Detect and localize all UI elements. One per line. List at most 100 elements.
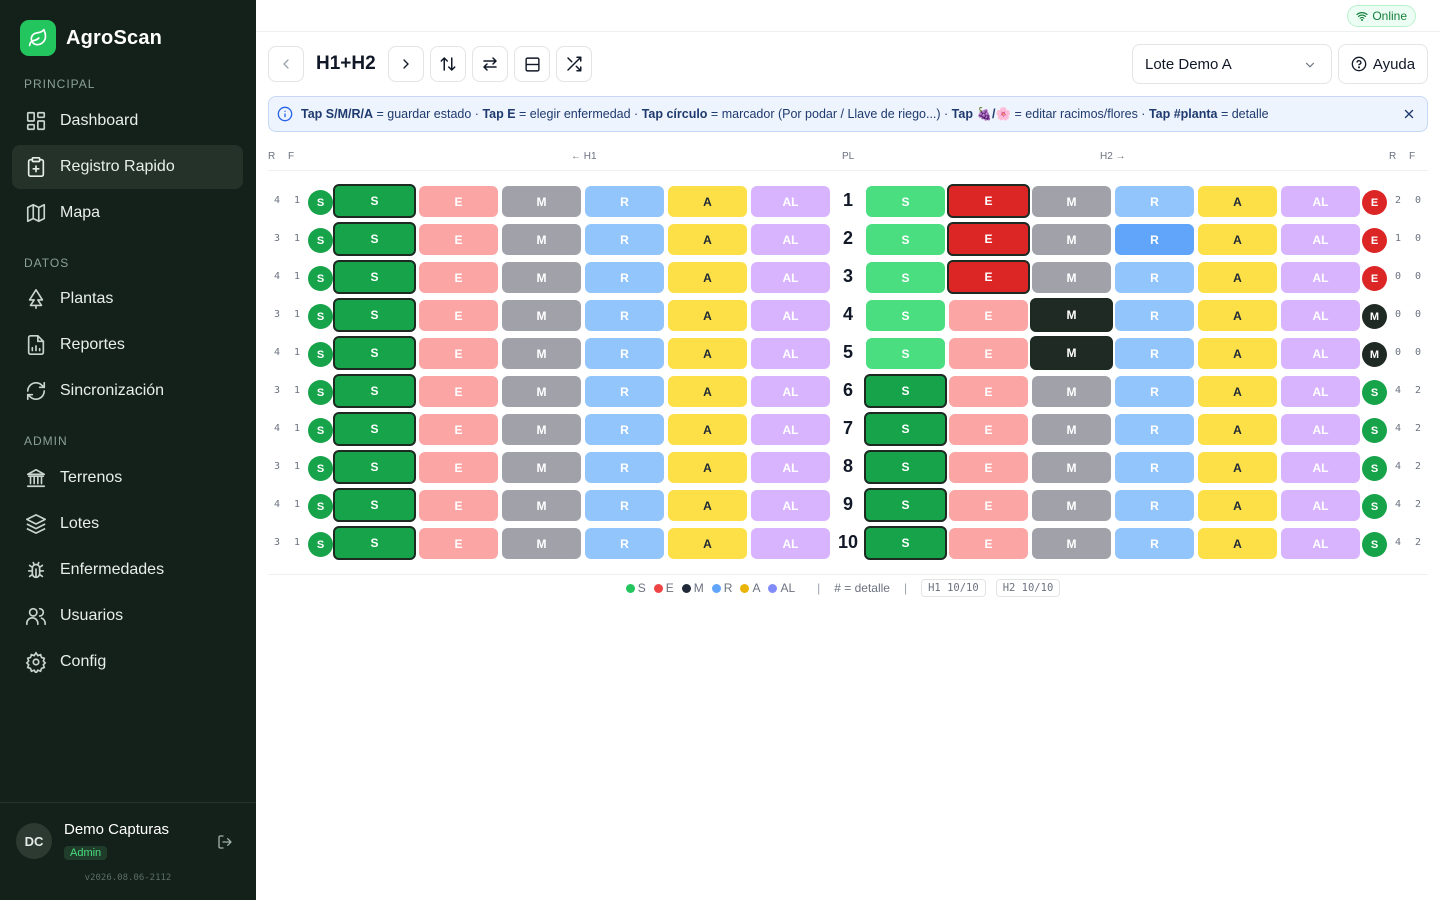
h2-state-a-button[interactable]: A [1198,528,1277,559]
h1-state-a-button[interactable]: A [668,186,747,217]
h1-state-m-button[interactable]: M [502,262,581,293]
h2-marker[interactable]: S [1362,456,1387,481]
h2-state-m-button[interactable]: M [1032,224,1111,255]
h1-state-r-button[interactable]: R [585,452,664,483]
h1-marker[interactable]: S [308,380,333,405]
plant-number[interactable]: 9 [835,494,861,515]
h1-marker[interactable]: S [308,342,333,367]
h1-racimos-count[interactable]: 3 [271,233,283,244]
h2-state-r-button[interactable]: R [1115,300,1194,331]
h2-racimos-count[interactable]: 4 [1392,461,1404,472]
plant-number[interactable]: 8 [835,456,861,477]
h1-state-al-button[interactable]: AL [751,452,830,483]
h2-marker[interactable]: E [1362,266,1387,291]
h1-state-s-button[interactable]: S [333,298,416,332]
h1-state-m-button[interactable]: M [502,300,581,331]
h1-state-a-button[interactable]: A [668,452,747,483]
h1-racimos-count[interactable]: 4 [271,195,283,206]
h2-marker[interactable]: S [1362,418,1387,443]
h1-state-r-button[interactable]: R [585,414,664,445]
h1-marker[interactable]: S [308,418,333,443]
h2-state-al-button[interactable]: AL [1281,186,1360,217]
h1-state-r-button[interactable]: R [585,300,664,331]
h1-state-m-button[interactable]: M [502,414,581,445]
h1-flores-count[interactable]: 1 [291,499,303,510]
h1-state-s-button[interactable]: S [333,184,416,218]
h1-state-r-button[interactable]: R [585,262,664,293]
h1-state-s-button[interactable]: S [333,488,416,522]
h2-state-a-button[interactable]: A [1198,490,1277,521]
h2-state-al-button[interactable]: AL [1281,262,1360,293]
h2-state-r-button[interactable]: R [1115,262,1194,293]
h1-state-al-button[interactable]: AL [751,300,830,331]
h2-state-s-button[interactable]: S [864,526,947,560]
h2-state-al-button[interactable]: AL [1281,224,1360,255]
h2-state-al-button[interactable]: AL [1281,452,1360,483]
sidebar-item-sincronizacion[interactable]: Sincronización [12,369,243,413]
h2-state-r-button[interactable]: R [1115,528,1194,559]
h2-state-s-button[interactable]: S [866,300,945,331]
plant-number[interactable]: 10 [835,532,861,553]
sidebar-item-terrenos[interactable]: Terrenos [12,456,243,500]
h2-state-r-button[interactable]: R [1115,490,1194,521]
h2-state-e-button[interactable]: E [949,490,1028,521]
h1-state-r-button[interactable]: R [585,528,664,559]
swap-sides-button[interactable] [472,46,508,82]
logout-button[interactable] [214,831,236,853]
plant-number[interactable]: 1 [835,190,861,211]
h2-flores-count[interactable]: 0 [1412,195,1424,206]
h1-racimos-count[interactable]: 3 [271,461,283,472]
h1-state-al-button[interactable]: AL [751,490,830,521]
h1-state-e-button[interactable]: E [419,414,498,445]
h2-state-a-button[interactable]: A [1198,376,1277,407]
h2-racimos-count[interactable]: 0 [1392,271,1404,282]
banner-close-button[interactable] [1401,106,1417,122]
h2-flores-count[interactable]: 0 [1412,347,1424,358]
h1-marker[interactable]: S [308,304,333,329]
h2-state-s-button[interactable]: S [864,374,947,408]
h2-flores-count[interactable]: 2 [1412,423,1424,434]
h1-state-e-button[interactable]: E [419,490,498,521]
lote-select[interactable]: Lote Demo A [1132,44,1332,84]
h2-state-a-button[interactable]: A [1198,186,1277,217]
h2-state-s-button[interactable]: S [864,450,947,484]
h1-state-r-button[interactable]: R [585,376,664,407]
h1-state-r-button[interactable]: R [585,338,664,369]
h1-state-m-button[interactable]: M [502,338,581,369]
h2-state-al-button[interactable]: AL [1281,528,1360,559]
plant-number[interactable]: 7 [835,418,861,439]
h1-state-m-button[interactable]: M [502,186,581,217]
h2-state-m-button[interactable]: M [1032,528,1111,559]
h2-racimos-count[interactable]: 4 [1392,423,1404,434]
h2-state-r-button[interactable]: R [1115,186,1194,217]
h1-state-e-button[interactable]: E [419,224,498,255]
h2-state-a-button[interactable]: A [1198,414,1277,445]
h1-flores-count[interactable]: 1 [291,233,303,244]
h1-state-s-button[interactable]: S [333,450,416,484]
h1-state-al-button[interactable]: AL [751,414,830,445]
h2-racimos-count[interactable]: 4 [1392,537,1404,548]
sidebar-item-reportes[interactable]: Reportes [12,323,243,367]
shuffle-button[interactable] [556,46,592,82]
h2-racimos-count[interactable]: 4 [1392,385,1404,396]
help-button[interactable]: Ayuda [1338,44,1428,84]
prev-button[interactable] [268,46,304,82]
plant-number[interactable]: 6 [835,380,861,401]
h2-state-m-button[interactable]: M [1032,186,1111,217]
h2-state-e-button[interactable]: E [949,452,1028,483]
sidebar-item-registro-rapido[interactable]: Registro Rapido [12,145,243,189]
h1-state-al-button[interactable]: AL [751,376,830,407]
h2-state-m-button[interactable]: M [1032,452,1111,483]
h1-state-a-button[interactable]: A [668,338,747,369]
h2-racimos-count[interactable]: 0 [1392,309,1404,320]
h2-flores-count[interactable]: 2 [1412,385,1424,396]
h1-state-a-button[interactable]: A [668,490,747,521]
h1-state-al-button[interactable]: AL [751,262,830,293]
h2-state-al-button[interactable]: AL [1281,338,1360,369]
h2-flores-count[interactable]: 2 [1412,537,1424,548]
h2-racimos-count[interactable]: 2 [1392,195,1404,206]
h1-flores-count[interactable]: 1 [291,347,303,358]
h1-marker[interactable]: S [308,266,333,291]
h1-marker[interactable]: S [308,190,333,215]
h2-state-a-button[interactable]: A [1198,262,1277,293]
